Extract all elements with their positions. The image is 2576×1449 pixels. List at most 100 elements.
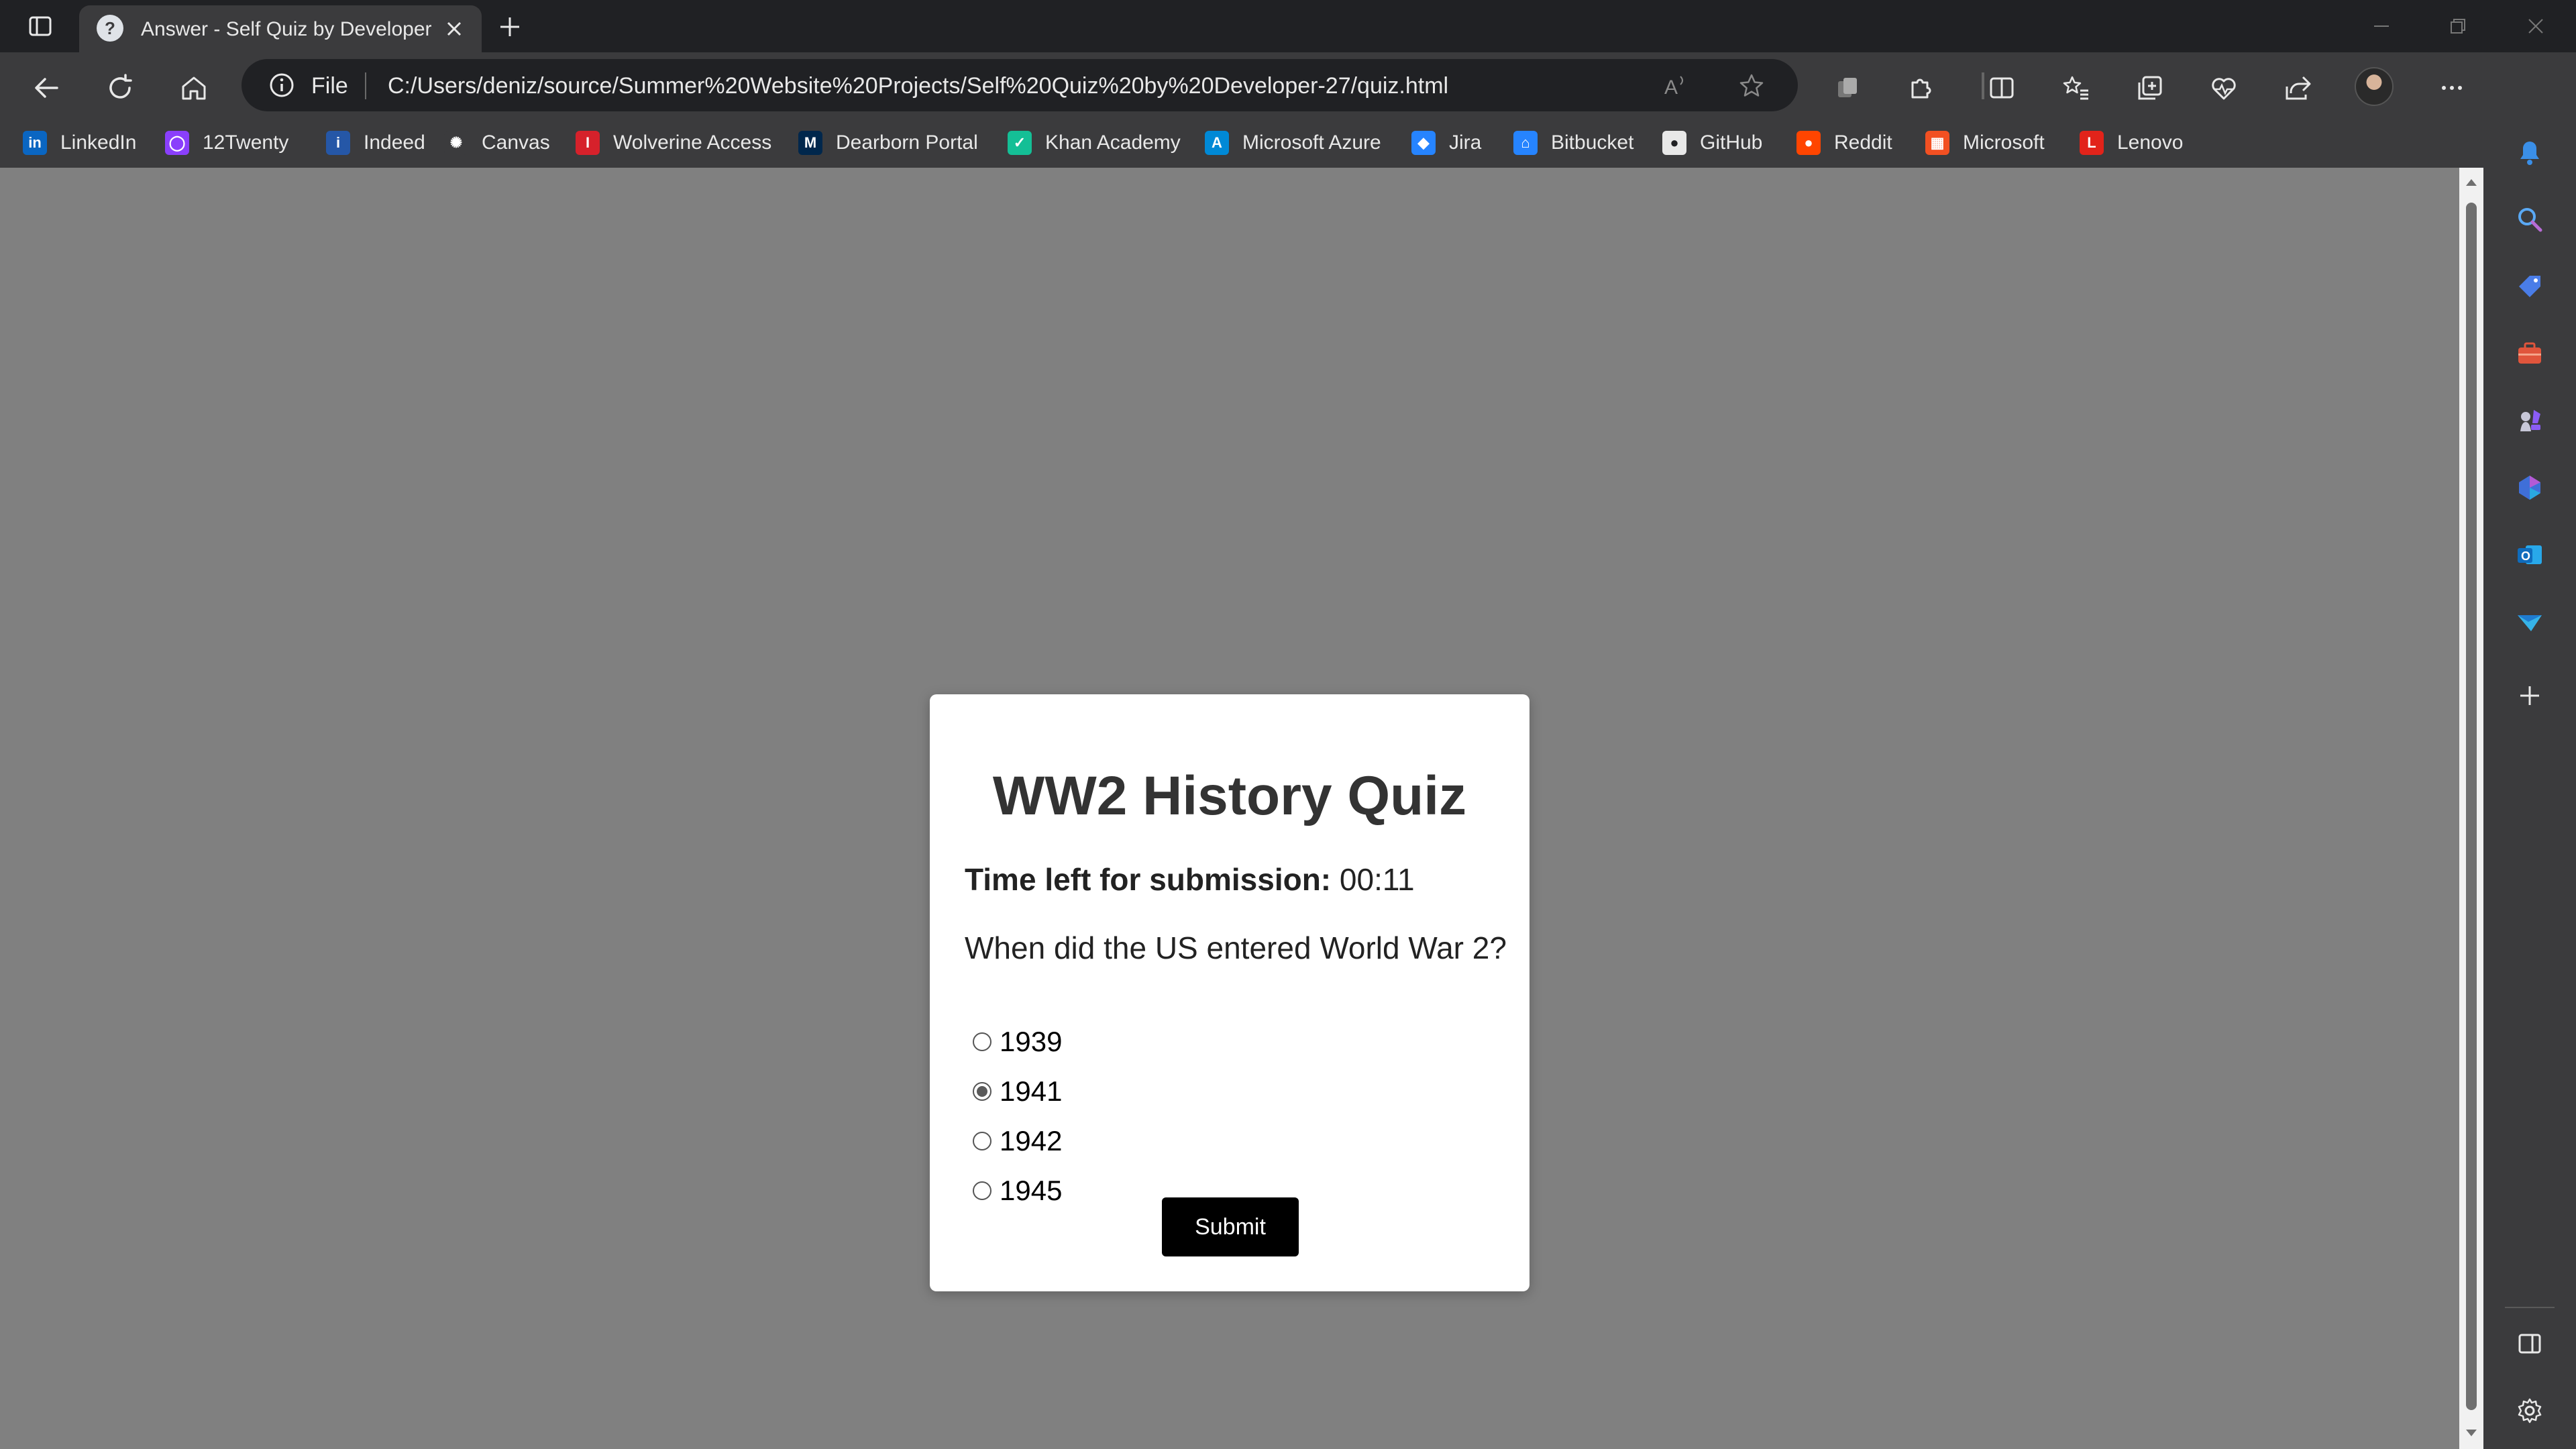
notification-bell-icon[interactable]	[2513, 136, 2546, 169]
timer-label: Time left for submission:	[965, 862, 1332, 897]
favorite-label: Indeed	[364, 131, 425, 154]
address-separator	[365, 72, 366, 99]
favorite-microsoft[interactable]: ▦ Microsoft	[1925, 126, 2045, 160]
profile-avatar[interactable]	[2355, 67, 2394, 106]
read-aloud-icon[interactable]: A	[1661, 72, 1689, 100]
collections-extension-icon[interactable]	[1828, 68, 1867, 107]
favorite-12twenty[interactable]: ◯ 12Twenty	[165, 126, 288, 160]
favorite-label: Wolverine Access	[613, 131, 772, 154]
favorite-wolverine-access[interactable]: I Wolverine Access	[576, 126, 771, 160]
favorite-indeed[interactable]: i Indeed	[326, 126, 425, 160]
outlook-icon[interactable]: O	[2513, 538, 2546, 572]
minimize-window-icon[interactable]	[2353, 7, 2410, 46]
microsoft-365-icon[interactable]	[2513, 471, 2546, 504]
favorite-github[interactable]: ● GitHub	[1662, 126, 1762, 160]
12twenty-icon: ◯	[165, 131, 189, 155]
shopping-tag-icon[interactable]	[2513, 270, 2546, 303]
submit-button[interactable]: Submit	[1162, 1197, 1299, 1256]
sidebar-divider	[2505, 1307, 2555, 1308]
favorite-label: Khan Academy	[1045, 131, 1181, 154]
url-text[interactable]: C:/Users/deniz/source/Summer%20Website%2…	[388, 72, 1448, 99]
tools-briefcase-icon[interactable]	[2513, 337, 2546, 370]
drop-send-icon[interactable]	[2513, 605, 2546, 639]
favorite-microsoft-azure[interactable]: A Microsoft Azure	[1205, 126, 1381, 160]
lenovo-icon: L	[2080, 131, 2104, 155]
hide-sidebar-icon[interactable]	[2513, 1327, 2546, 1360]
info-icon[interactable]	[268, 72, 295, 99]
favorite-linkedin[interactable]: in LinkedIn	[23, 126, 136, 160]
browser-essentials-heart-icon[interactable]	[2204, 68, 2243, 107]
reddit-icon: ●	[1796, 131, 1821, 155]
favorite-label: LinkedIn	[60, 131, 137, 154]
bitbucket-icon: ⌂	[1513, 131, 1538, 155]
back-arrow-icon[interactable]	[27, 68, 66, 107]
answer-option-label: 1942	[1000, 1125, 1063, 1157]
answer-radio[interactable]	[973, 1181, 991, 1200]
timer-value: 00:11	[1339, 862, 1415, 897]
add-sidebar-app-icon[interactable]	[2513, 679, 2546, 712]
answer-option-label: 1941	[1000, 1075, 1063, 1107]
collections-icon[interactable]	[2131, 68, 2169, 107]
indeed-icon: i	[326, 131, 350, 155]
microsoft-icon: ▦	[1925, 131, 1949, 155]
close-window-icon[interactable]	[2508, 7, 2564, 46]
question-mark-favicon-icon: ?	[97, 15, 123, 42]
answer-option[interactable]: 1942	[973, 1122, 1062, 1160]
scroll-up-arrow-icon[interactable]	[2465, 176, 2478, 189]
favorite-canvas[interactable]: ✺ Canvas	[444, 126, 550, 160]
favorite-label: Reddit	[1834, 131, 1892, 154]
scroll-down-arrow-icon[interactable]	[2465, 1426, 2478, 1440]
answer-radio[interactable]	[973, 1032, 991, 1051]
games-chess-icon[interactable]	[2513, 404, 2546, 437]
split-screen-icon[interactable]	[1982, 68, 2021, 107]
answer-option[interactable]: 1945	[973, 1172, 1062, 1210]
answer-option-label: 1945	[1000, 1175, 1063, 1206]
quiz-title: WW2 History Quiz	[992, 765, 1467, 826]
linkedin-icon: in	[23, 131, 47, 155]
answer-radio[interactable]	[973, 1082, 991, 1101]
restore-window-icon[interactable]	[2430, 7, 2486, 46]
edge-sidebar: O	[2483, 52, 2576, 1449]
khan-academy-icon: ✓	[1008, 131, 1032, 155]
favorite-label: Jira	[1449, 131, 1482, 154]
more-options-icon[interactable]	[2432, 68, 2471, 107]
favorite-bitbucket[interactable]: ⌂ Bitbucket	[1513, 126, 1633, 160]
close-tab-icon[interactable]	[440, 15, 468, 43]
favorite-star-icon[interactable]	[1737, 72, 1766, 100]
jira-icon: ◆	[1411, 131, 1436, 155]
refresh-icon[interactable]	[101, 68, 140, 107]
new-tab-icon[interactable]	[494, 11, 526, 43]
tab-title: Answer - Self Quiz by Developer	[141, 18, 432, 40]
page-scrollbar[interactable]	[2459, 168, 2483, 1449]
favorites-bar: in LinkedIn ◯ 12Twenty i Indeed ✺ Canvas I Wolver…	[0, 118, 2576, 168]
favorite-label: 12Twenty	[203, 131, 289, 154]
favorite-label: Microsoft	[1963, 131, 2045, 154]
favorites-list-icon[interactable]	[2057, 68, 2096, 107]
favorite-lenovo[interactable]: L Lenovo	[2080, 126, 2183, 160]
search-icon[interactable]	[2513, 203, 2546, 236]
extensions-puzzle-icon[interactable]	[1901, 68, 1940, 107]
quiz-card: WW2 History Quiz Time left for submissio…	[930, 694, 1529, 1291]
svg-text:A: A	[1664, 76, 1678, 99]
answer-option[interactable]: 1941	[973, 1073, 1062, 1110]
scheme-label: File	[311, 73, 348, 99]
browser-tab-active[interactable]: ? Answer - Self Quiz by Developer	[79, 5, 482, 52]
home-icon[interactable]	[174, 68, 213, 107]
favorite-dearborn-portal[interactable]: M Dearborn Portal	[798, 126, 978, 160]
favorite-jira[interactable]: ◆ Jira	[1411, 126, 1481, 160]
tab-actions-icon[interactable]	[23, 11, 58, 42]
favorite-label: GitHub	[1700, 131, 1763, 154]
canvas-icon: ✺	[444, 131, 468, 155]
share-icon[interactable]	[2278, 68, 2317, 107]
github-icon: ●	[1662, 131, 1686, 155]
scroll-thumb[interactable]	[2466, 203, 2477, 1410]
answer-radio[interactable]	[973, 1132, 991, 1150]
answer-option[interactable]: 1939	[973, 1023, 1062, 1061]
favorite-reddit[interactable]: ● Reddit	[1796, 126, 1892, 160]
favorite-label: Microsoft Azure	[1242, 131, 1381, 154]
favorite-khan-academy[interactable]: ✓ Khan Academy	[1008, 126, 1181, 160]
sidebar-settings-gear-icon[interactable]	[2513, 1394, 2546, 1428]
timer: Time left for submission: 00:11	[965, 861, 1415, 898]
address-bar[interactable]: File C:/Users/deniz/source/Summer%20Webs…	[241, 59, 1798, 111]
question-text: When did the US entered World War 2?	[965, 930, 1507, 965]
